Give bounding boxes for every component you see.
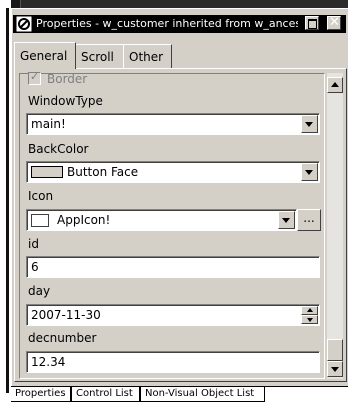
day-label: day — [28, 284, 51, 298]
close-button[interactable]: ✕ — [327, 15, 341, 30]
properties-window: Properties - w_customer inherited from w… — [11, 8, 348, 394]
close-icon: ✕ — [329, 15, 340, 30]
spin-up-button[interactable] — [301, 306, 318, 315]
icon-browse-button[interactable]: ... — [297, 209, 321, 231]
backcolor-dropdown-arrow[interactable] — [301, 163, 318, 181]
tab-scroll[interactable]: Scroll — [75, 44, 124, 68]
backcolor-swatch — [31, 166, 63, 178]
ellipsis-label: ... — [303, 211, 315, 225]
bottom-tab-strip: Properties Control List Non-Visual Objec… — [11, 386, 348, 403]
title-bar[interactable]: Properties - w_customer inherited from w… — [13, 15, 346, 33]
tab-other[interactable]: Other — [123, 44, 172, 68]
tab-general-label: General — [20, 49, 68, 63]
tab-control-list[interactable]: Control List — [71, 387, 140, 402]
icon-label: Icon — [28, 189, 54, 203]
windowtype-dropdown[interactable]: main! — [26, 113, 320, 135]
outer-frame-top — [0, 0, 348, 8]
tab-scroll-label: Scroll — [81, 50, 114, 64]
windowtype-label: WindowType — [28, 94, 103, 108]
app-icon-preview — [31, 214, 49, 227]
border-label: Border — [47, 72, 88, 86]
decnumber-value: 12.34 — [31, 355, 66, 369]
id-label: id — [28, 237, 39, 251]
windowtype-dropdown-arrow[interactable] — [301, 115, 318, 133]
properties-app-icon — [16, 16, 32, 32]
tab-non-visual-object-list-label: Non-Visual Object List — [145, 388, 255, 399]
tab-non-visual-object-list[interactable]: Non-Visual Object List — [140, 387, 265, 402]
id-value: 6 — [31, 260, 39, 274]
vertical-scrollbar[interactable] — [327, 73, 343, 379]
day-field[interactable]: 2007-11-30 — [26, 304, 320, 326]
spin-down-button[interactable] — [301, 315, 318, 324]
backcolor-label: BackColor — [28, 142, 89, 156]
decnumber-label: decnumber — [28, 331, 97, 345]
decnumber-field[interactable]: 12.34 — [26, 351, 320, 373]
scroll-down-button[interactable] — [327, 361, 343, 377]
border-checkbox[interactable] — [28, 70, 41, 85]
icon-dropdown[interactable]: AppIcon! — [26, 209, 297, 231]
tab-properties[interactable]: Properties — [11, 387, 71, 402]
tab-general[interactable]: General — [14, 42, 76, 69]
day-spinner[interactable] — [301, 306, 318, 324]
window-title: Properties - w_customer inherited from w… — [36, 17, 298, 30]
scroll-up-button[interactable] — [327, 77, 343, 93]
tab-other-label: Other — [129, 50, 164, 64]
maximize-button[interactable] — [305, 16, 319, 30]
windowtype-value: main! — [31, 117, 66, 131]
icon-dropdown-arrow[interactable] — [278, 211, 295, 229]
tab-control-list-label: Control List — [76, 388, 133, 399]
id-field[interactable]: 6 — [26, 256, 320, 278]
icon-value: AppIcon! — [57, 213, 111, 227]
scroll-thumb[interactable] — [327, 339, 343, 361]
frame-left-bar — [6, 8, 9, 393]
tab-properties-label: Properties — [15, 388, 66, 399]
outer-frame-left — [0, 0, 11, 402]
backcolor-dropdown[interactable]: Button Face — [26, 161, 320, 183]
backcolor-value: Button Face — [67, 165, 139, 179]
day-value: 2007-11-30 — [31, 308, 101, 322]
